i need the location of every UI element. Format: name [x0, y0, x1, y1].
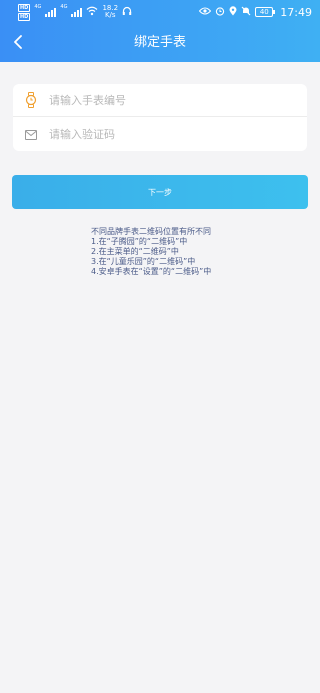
watch-icon	[13, 92, 49, 108]
network-speed: 18.2 K/s	[102, 5, 118, 19]
title-bar: 绑定手表	[0, 28, 320, 58]
back-button[interactable]	[6, 28, 30, 58]
page-title: 绑定手表	[133, 35, 186, 50]
sim1-badge: HD	[18, 3, 31, 12]
mute-icon	[241, 6, 251, 19]
network-type-2: 4G	[60, 3, 68, 10]
app-header: HD HD 4G 4G 18.2 K/s 40 17:49 绑定手表	[0, 0, 320, 62]
next-button[interactable]: 下一步	[12, 175, 308, 209]
tip-line: 4.安卓手表在“设置”的“二维码”中	[91, 267, 212, 276]
clock-time: 17:49	[280, 5, 312, 19]
wifi-icon	[86, 6, 98, 19]
verify-code-row	[13, 118, 307, 151]
tip-line: 2.在主菜单的“二维码”中	[91, 247, 179, 256]
eye-icon	[199, 7, 212, 18]
sim-badges: HD HD	[18, 3, 31, 21]
signal-icon	[71, 7, 83, 17]
location-icon	[229, 5, 237, 19]
signal-icon	[45, 7, 57, 17]
tip-line: 3.在“儿童乐园”的“二维码”中	[91, 257, 196, 266]
tip-line: 不同品牌手表二维码位置有所不同	[91, 227, 211, 236]
chevron-left-icon	[13, 34, 23, 53]
watch-number-row	[13, 84, 307, 117]
qr-code-tips: 不同品牌手表二维码位置有所不同 1.在“子腾园”的“二维码”中 2.在主菜单的“…	[91, 227, 311, 277]
battery-icon: 40	[255, 7, 276, 17]
envelope-icon	[13, 129, 49, 140]
alarm-icon	[215, 6, 225, 19]
network-type-1: 4G	[34, 3, 42, 10]
status-left: HD HD 4G 4G 18.2 K/s	[18, 3, 132, 21]
sim2-badge: HD	[18, 12, 31, 21]
headphones-icon	[122, 6, 132, 19]
speed-unit: K/s	[104, 11, 116, 19]
verify-code-input[interactable]	[49, 120, 307, 149]
bind-form-card	[13, 84, 307, 151]
watch-number-input[interactable]	[49, 86, 307, 114]
status-bar: HD HD 4G 4G 18.2 K/s 40 17:49	[0, 0, 320, 24]
status-right: 40 17:49	[199, 6, 312, 19]
tip-line: 1.在“子腾园”的“二维码”中	[91, 237, 188, 246]
